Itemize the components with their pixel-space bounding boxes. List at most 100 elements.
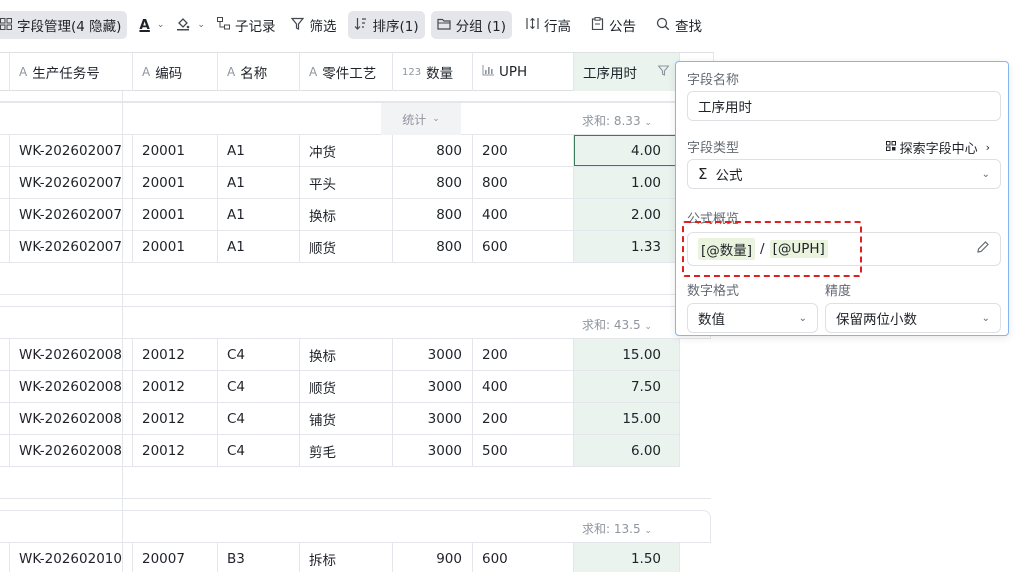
cell-process-time[interactable]: 1.50 <box>574 543 680 572</box>
cell-quantity[interactable]: 3000 <box>393 371 473 402</box>
group-sum-label[interactable]: 求和: 43.5 ⌄ <box>582 316 652 333</box>
cell-process-time-selected[interactable]: 4.00 <box>574 135 680 166</box>
stat-dropdown[interactable]: 统计 ⌄ <box>381 103 461 135</box>
sort-button[interactable]: 排序(1) <box>348 11 425 39</box>
cell-process[interactable]: 冲货 <box>300 135 393 166</box>
cell-process[interactable]: 换标 <box>300 339 393 370</box>
cell-process[interactable]: 顺货 <box>300 371 393 402</box>
group-header[interactable]: 求和: 43.5 ⌄ <box>0 306 711 339</box>
fill-color-button[interactable]: ⌄ <box>170 11 211 39</box>
field-type-select[interactable]: Σ 公式 ⌄ <box>687 159 1001 189</box>
explore-field-center-link[interactable]: 探索字段中心 › <box>885 138 990 157</box>
cell-uph[interactable]: 400 <box>473 199 574 230</box>
child-record-button[interactable]: 子记录 <box>211 11 282 39</box>
column-header-code[interactable]: A 编码 <box>133 53 218 91</box>
group-sum-label[interactable]: 求和: 13.5 ⌄ <box>582 520 652 537</box>
group-button[interactable]: 分组 (1) <box>430 11 513 39</box>
cell-quantity[interactable]: 800 <box>393 167 473 198</box>
cell-quantity[interactable]: 800 <box>393 135 473 166</box>
cell-code[interactable]: 20012 <box>133 339 218 370</box>
column-header-process[interactable]: A 零件工艺 <box>300 53 393 91</box>
cell-process[interactable]: 剪毛 <box>300 435 393 466</box>
filter-button[interactable]: 筛选 <box>285 11 342 39</box>
table-row[interactable]: WK-202602007 20001 A1 顺货 800 600 1.33 <box>0 231 680 263</box>
cell-process-time[interactable]: 15.00 <box>574 339 680 370</box>
cell-code[interactable]: 20007 <box>133 543 218 572</box>
cell-name[interactable]: C4 <box>218 339 300 370</box>
column-header-uph[interactable]: UPH <box>473 53 574 91</box>
table-row[interactable]: WK-202602008 20012 C4 剪毛 3000 500 6.00 <box>0 435 680 467</box>
cell-name[interactable]: B3 <box>218 543 300 572</box>
cell-name[interactable]: C4 <box>218 371 300 402</box>
filter-icon[interactable] <box>657 65 670 79</box>
column-header-task-number[interactable]: A 生产任务号 <box>10 53 133 91</box>
cell-task-number[interactable]: WK-202602008 <box>10 435 133 466</box>
cell-name[interactable]: C4 <box>218 403 300 434</box>
cell-task-number[interactable]: WK-202602007 <box>10 231 133 262</box>
table-row[interactable]: WK-202602008 20012 C4 换标 3000 200 15.00 <box>0 339 680 371</box>
table-row[interactable]: WK-202602008 20012 C4 顺货 3000 400 7.50 <box>0 371 680 403</box>
cell-uph[interactable]: 800 <box>473 167 574 198</box>
cell-task-number[interactable]: WK-202602008 <box>10 339 133 370</box>
cell-process-time[interactable]: 1.33 <box>574 231 680 262</box>
cell-process[interactable]: 顺货 <box>300 231 393 262</box>
cell-code[interactable]: 20012 <box>133 403 218 434</box>
cell-quantity[interactable]: 900 <box>393 543 473 572</box>
cell-process[interactable]: 平头 <box>300 167 393 198</box>
cell-process-time[interactable]: 7.50 <box>574 371 680 402</box>
cell-task-number[interactable]: WK-202602008 <box>10 371 133 402</box>
table-row[interactable]: WK-202602007 20001 A1 平头 800 800 1.00 <box>0 167 680 199</box>
cell-task-number[interactable]: WK-202602007 <box>10 167 133 198</box>
cell-quantity[interactable]: 800 <box>393 231 473 262</box>
cell-task-number[interactable]: WK-202602008 <box>10 403 133 434</box>
cell-uph[interactable]: 500 <box>473 435 574 466</box>
cell-code[interactable]: 20012 <box>133 371 218 402</box>
cell-process-time[interactable]: 2.00 <box>574 199 680 230</box>
cell-process[interactable]: 铺货 <box>300 403 393 434</box>
search-button[interactable]: 查找 <box>650 11 708 39</box>
cell-name[interactable]: A1 <box>218 135 300 166</box>
cell-uph[interactable]: 400 <box>473 371 574 402</box>
table-row[interactable]: WK-202602008 20012 C4 铺货 3000 200 15.00 <box>0 403 680 435</box>
cell-uph[interactable]: 200 <box>473 339 574 370</box>
cell-name[interactable]: C4 <box>218 435 300 466</box>
cell-code[interactable]: 20001 <box>133 167 218 198</box>
cell-process-time[interactable]: 6.00 <box>574 435 680 466</box>
group-header[interactable]: 求和: 13.5 ⌄ <box>0 510 711 543</box>
cell-task-number[interactable]: WK-202602007 <box>10 199 133 230</box>
column-header-process-time[interactable]: 工序用时 <box>574 53 680 91</box>
cell-code[interactable]: 20012 <box>133 435 218 466</box>
group-sum-label[interactable]: 求和: 8.33 ⌄ <box>582 112 652 129</box>
cell-uph[interactable]: 200 <box>473 135 574 166</box>
cell-task-number[interactable]: WK-202602010 <box>10 543 133 572</box>
announcement-button[interactable]: 公告 <box>585 11 642 39</box>
number-format-select[interactable]: 数值 ⌄ <box>687 303 818 333</box>
cell-uph[interactable]: 600 <box>473 231 574 262</box>
field-name-input[interactable]: 工序用时 <box>687 91 1001 121</box>
text-color-button[interactable]: A ⌄ <box>133 11 170 39</box>
cell-task-number[interactable]: WK-202602007 <box>10 135 133 166</box>
precision-select[interactable]: 保留两位小数 ⌄ <box>825 303 1001 333</box>
row-height-button[interactable]: 行高 <box>520 11 577 39</box>
cell-quantity[interactable]: 800 <box>393 199 473 230</box>
cell-code[interactable]: 20001 <box>133 199 218 230</box>
table-row[interactable]: WK-202602010 20007 B3 拆标 900 600 1.50 <box>0 543 680 572</box>
cell-name[interactable]: A1 <box>218 167 300 198</box>
cell-name[interactable]: A1 <box>218 231 300 262</box>
cell-process-time[interactable]: 15.00 <box>574 403 680 434</box>
cell-quantity[interactable]: 3000 <box>393 435 473 466</box>
table-row[interactable]: WK-202602007 20001 A1 冲货 800 200 4.00 <box>0 135 680 167</box>
cell-process-time[interactable]: 1.00 <box>574 167 680 198</box>
group-header[interactable]: 统计 ⌄ 求和: 8.33 ⌄ <box>0 102 711 135</box>
cell-code[interactable]: 20001 <box>133 231 218 262</box>
cell-uph[interactable]: 600 <box>473 543 574 572</box>
cell-process[interactable]: 换标 <box>300 199 393 230</box>
column-header-quantity[interactable]: 123 数量 <box>393 53 473 91</box>
cell-quantity[interactable]: 3000 <box>393 339 473 370</box>
field-manager-button[interactable]: 字段管理(4 隐藏) <box>0 11 128 39</box>
cell-process[interactable]: 拆标 <box>300 543 393 572</box>
cell-code[interactable]: 20001 <box>133 135 218 166</box>
cell-name[interactable]: A1 <box>218 199 300 230</box>
cell-quantity[interactable]: 3000 <box>393 403 473 434</box>
cell-uph[interactable]: 200 <box>473 403 574 434</box>
